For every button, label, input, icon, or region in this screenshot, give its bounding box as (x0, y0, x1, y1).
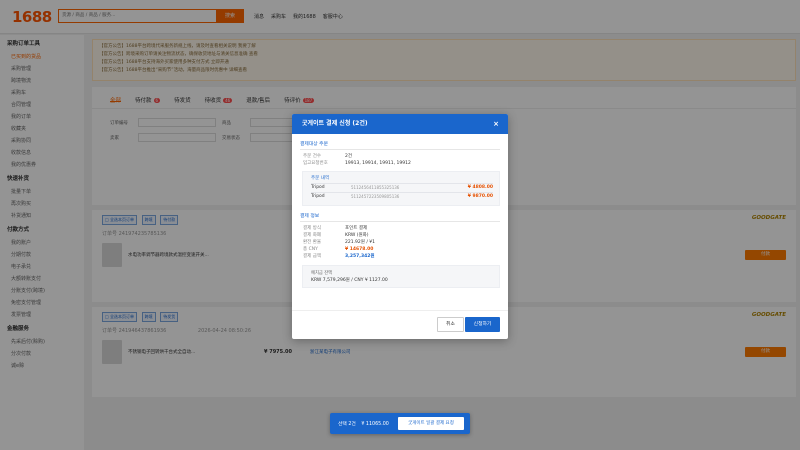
item-price: ¥ 9870.00 (467, 194, 493, 199)
cancel-button[interactable]: 취소 (437, 317, 464, 332)
field-label: 결제 금액 (303, 254, 321, 259)
field-label: 총 CNY (303, 247, 318, 252)
bulk-pay-bar: 선택 2건 ¥ 11065.00 굿게이트 일괄 결제 요청 (330, 413, 470, 434)
modal-body: 결제대상 주문 주문 건수 2건 입고요청번호 19913, 19914, 19… (292, 134, 508, 288)
order-items-box: 주문 내역 Tripod 5112456411855325136 ¥ 4808.… (302, 171, 500, 206)
deposit-balance-title: 예치금 잔액 (311, 271, 333, 276)
item-id: 5112456411855325136 (351, 185, 400, 190)
payment-row: 총 CNY ¥ 14678.00 (303, 246, 500, 253)
modal-title: 굿게이트 결제 신청 (2건) (302, 120, 368, 127)
field-label: 주문 건수 (303, 154, 321, 159)
payment-row: 환전 환율 221.92원 / ¥1 (303, 239, 500, 246)
field-label: 결제 방식 (303, 226, 321, 231)
item-price: ¥ 4808.00 (467, 185, 493, 190)
section-title: 결제대상 주문 (300, 140, 500, 150)
payment-modal: 굿게이트 결제 신청 (2건) × 결제대상 주문 주문 건수 2건 입고요청번… (292, 114, 508, 339)
order-item-row: Tripod 5112457223509805136 ¥ 9870.00 (311, 192, 493, 201)
items-header: 주문 내역 (311, 176, 329, 181)
deposit-balance-box: 예치금 잔액 KRW 7,579,296원 / CNY ¥ 1127.00 (302, 265, 500, 288)
payment-row: 결제 화폐 KRW (원화) (303, 232, 500, 239)
field-value: KRW (원화) (345, 233, 369, 238)
total-krw: 3,257,342원 (345, 254, 375, 259)
field-label: 환전 환율 (303, 240, 321, 245)
field-value: 포인트 결제 (345, 226, 368, 231)
apply-button[interactable]: 신청하기 (465, 317, 500, 332)
deposit-balance-value: KRW 7,579,296원 / CNY ¥ 1127.00 (311, 278, 388, 283)
close-icon[interactable]: × (493, 114, 499, 134)
field-label: 입고요청번호 (303, 161, 328, 166)
order-nos-row: 입고요청번호 19913, 19914, 19911, 19912 (303, 160, 500, 167)
bulk-pay-button[interactable]: 굿게이트 일괄 결제 요청 (398, 417, 464, 430)
item-name: Tripod (311, 185, 325, 190)
field-label: 결제 화폐 (303, 233, 321, 238)
item-name: Tripod (311, 194, 325, 199)
item-id: 5112457223509805136 (351, 194, 400, 199)
total-cny: ¥ 14678.00 (345, 247, 374, 252)
section-title: 결제 정보 (300, 212, 500, 222)
modal-header: 굿게이트 결제 신청 (2건) × (292, 114, 508, 134)
field-value: 19913, 19914, 19911, 19912 (345, 161, 411, 166)
selection-amount: ¥ 11065.00 (361, 422, 389, 427)
modal-footer: 취소 신청하기 (292, 310, 508, 339)
selection-summary: 선택 2건 ¥ 11065.00 (338, 420, 389, 427)
selection-count: 선택 2건 (338, 422, 356, 427)
payment-row: 결제 방식 포인트 결제 (303, 225, 500, 232)
payment-row: 결제 금액 3,257,342원 (303, 253, 500, 260)
field-value: 221.92원 / ¥1 (345, 240, 375, 245)
order-item-row: Tripod 5112456411855325136 ¥ 4808.00 (311, 183, 493, 192)
order-count-row: 주문 건수 2건 (303, 153, 500, 160)
field-value: 2건 (345, 154, 353, 159)
